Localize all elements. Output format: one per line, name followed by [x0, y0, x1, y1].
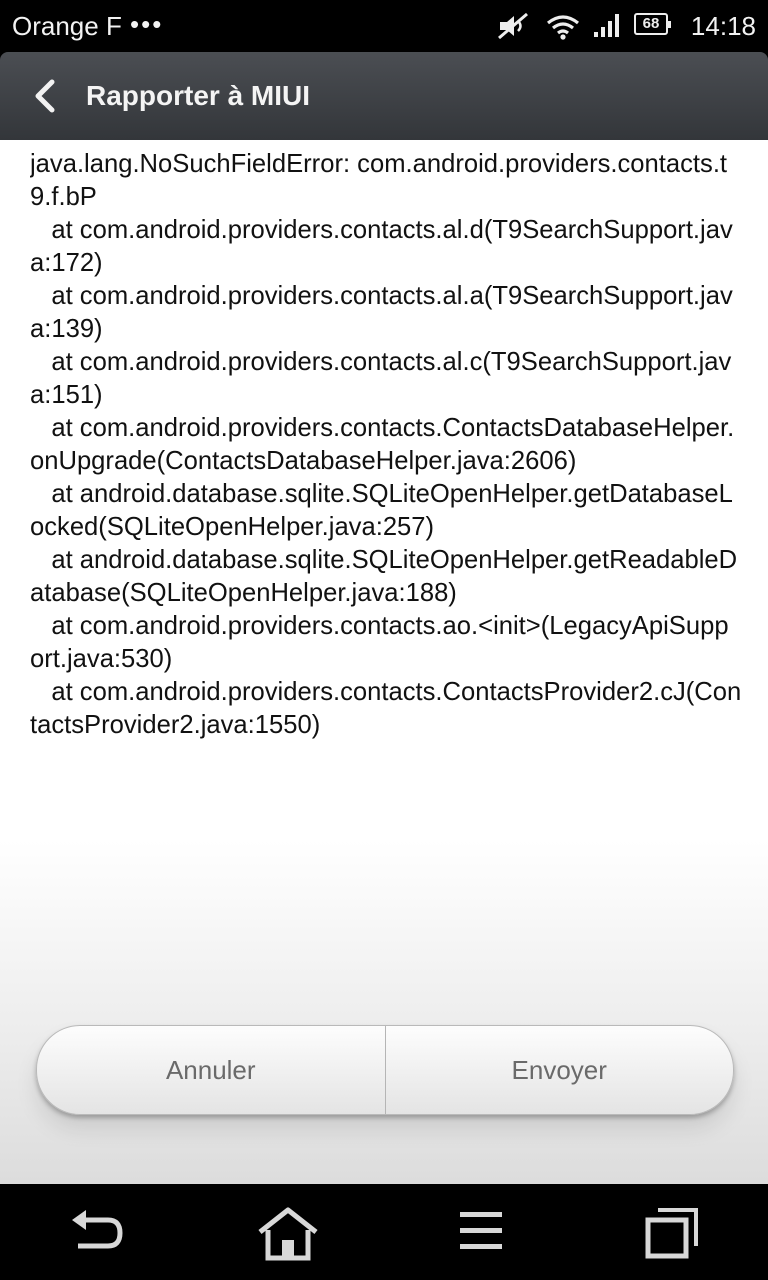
battery-icon: 68: [634, 13, 671, 35]
send-button[interactable]: Envoyer: [386, 1026, 734, 1114]
signal-icon: [594, 14, 619, 37]
cancel-button[interactable]: Annuler: [37, 1026, 385, 1114]
mute-icon: [498, 12, 528, 40]
carrier-name: Orange F: [12, 11, 122, 41]
home-icon[interactable]: [256, 1206, 320, 1262]
navigation-bar: [0, 1184, 768, 1280]
status-bar: Orange F ••• 68 14:18: [0, 0, 768, 52]
error-log-scroll[interactable]: java.lang.NoSuchFieldError: com.android.…: [30, 148, 742, 984]
dialog-buttons: Annuler Envoyer: [36, 1025, 734, 1115]
chevron-left-icon[interactable]: [26, 76, 66, 116]
wifi-icon: [547, 15, 579, 40]
recent-apps-icon[interactable]: [644, 1206, 700, 1262]
status-clock: 14:18: [690, 11, 756, 41]
back-arrow-icon[interactable]: [66, 1206, 126, 1258]
report-content: java.lang.NoSuchFieldError: com.android.…: [0, 140, 768, 1184]
action-bar: Rapporter à MIUI: [0, 52, 768, 140]
page-title: Rapporter à MIUI: [86, 80, 311, 111]
more-notifications-indicator: •••: [130, 9, 164, 39]
error-log-text: java.lang.NoSuchFieldError: com.android.…: [30, 150, 742, 739]
menu-icon[interactable]: [458, 1206, 504, 1258]
